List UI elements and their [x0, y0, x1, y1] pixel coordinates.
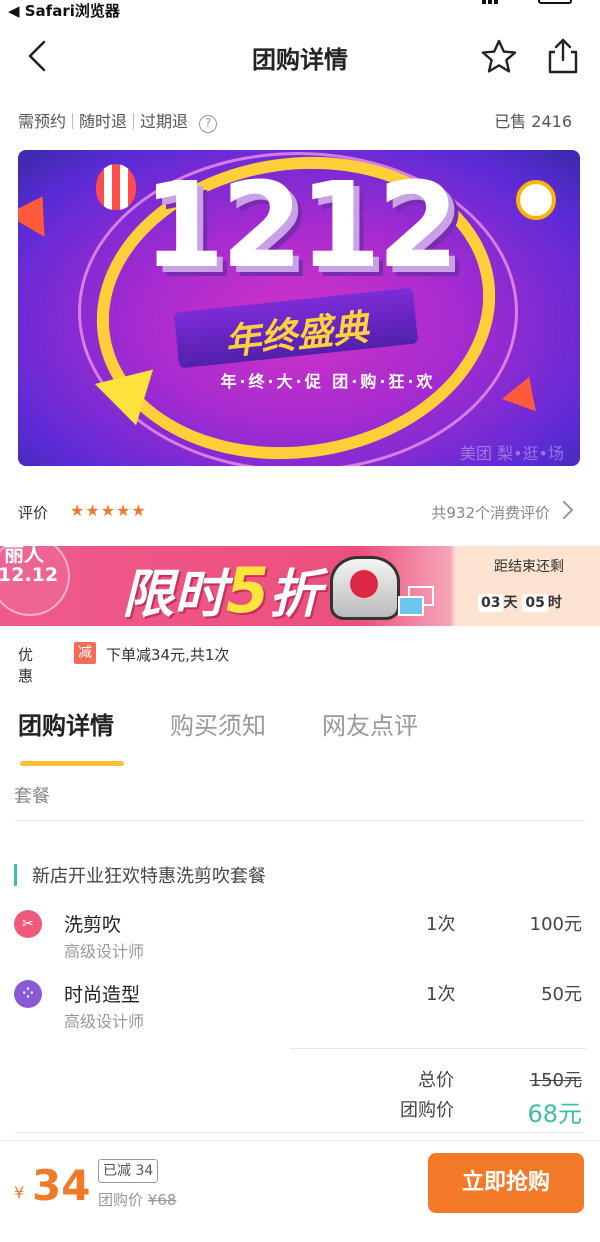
tab-reviews[interactable]: 网友点评: [322, 706, 418, 741]
divider: [14, 820, 586, 821]
favorite-button[interactable]: [480, 38, 518, 76]
rating-label: 评价: [18, 504, 49, 522]
group-price-row: 团购价 68元: [282, 1096, 582, 1128]
content-tabs: 团购详情 购买须知 网友点评: [18, 706, 582, 766]
total-price-row: 总价 150元: [282, 1066, 582, 1094]
triangle-decor: [501, 370, 547, 412]
brand-badge: 丽人 12.12: [0, 546, 70, 616]
countdown-label: 距结束还剩: [494, 559, 564, 575]
review-count[interactable]: 共932个消费评价: [431, 502, 550, 523]
package-item: ✂ 洗剪吹 高级设计师 1次 100元: [14, 910, 586, 970]
active-tab-indicator: [20, 761, 124, 766]
countdown-hours: 05: [522, 594, 548, 612]
discount-text: 下单减34元,共1次: [106, 646, 230, 664]
divider: [290, 1048, 586, 1049]
item-price: 50元: [541, 984, 582, 1005]
help-icon[interactable]: ?: [199, 115, 218, 133]
status-bar: ◀ Safari浏览器: [0, 0, 600, 22]
item-qty: 1次: [426, 984, 456, 1005]
tab-deal-details[interactable]: 团购详情: [18, 706, 114, 741]
promo-banner-image[interactable]: 1212 年终盛典 年·终·大·促 团·购·狂·欢 美团 梨•逛•场: [18, 150, 580, 466]
item-desc: 高级设计师: [64, 1012, 145, 1031]
flash-sale-banner[interactable]: 丽人 12.12 限时5折 距结束还剩 03 天 05 时: [0, 546, 600, 626]
sale-price: 34: [32, 1161, 91, 1210]
item-price: 100元: [529, 914, 582, 935]
countdown-timer: 03 天 05 时: [478, 592, 562, 612]
banner-subtitle: 年·终·大·促 团·购·狂·欢: [220, 372, 436, 391]
tab-purchase-notes[interactable]: 购买须知: [170, 706, 266, 741]
countdown-days: 03: [478, 594, 504, 612]
flash-sale-title: 限时5折: [122, 554, 322, 626]
share-icon: [548, 38, 578, 74]
nav-bar: 团购详情: [0, 22, 600, 92]
totals: 总价 150元 团购价 68元: [14, 1062, 586, 1132]
package-title: 新店开业狂欢特惠洗剪吹套餐: [14, 862, 266, 888]
refund-tags: 需预约 随时退 过期退 ?: [18, 112, 218, 133]
sold-count: 已售 2416: [494, 112, 572, 131]
tag-refund-expired: 过期退: [140, 112, 189, 131]
purchase-footer: ¥ 34 已减 34 团购价 ¥68 立即抢购: [0, 1140, 600, 1242]
section-label: 套餐: [14, 786, 50, 807]
grid-dots-icon: ⁘: [14, 980, 42, 1008]
battery-icon: [538, 0, 572, 4]
rating-row[interactable]: 评价 ★★★★★ 共932个消费评价: [18, 501, 582, 532]
item-name: 时尚造型: [64, 984, 141, 1006]
currency-symbol: ¥: [14, 1183, 25, 1202]
buy-now-button[interactable]: 立即抢购: [428, 1153, 584, 1213]
star-outline-icon: [481, 39, 517, 73]
tag-reservation: 需预约: [18, 112, 67, 131]
package-item: ⁘ 时尚造型 高级设计师 1次 50元: [14, 980, 586, 1040]
signal-icon: [482, 0, 504, 4]
status-icons: [482, 0, 572, 6]
total-label: 总价: [418, 1070, 454, 1091]
group-price-label: 团购价: [400, 1100, 454, 1121]
original-price: 团购价 ¥68: [98, 1191, 177, 1209]
deal-info-row: 需预约 随时退 过期退 ? 已售 2416: [18, 108, 582, 134]
discount-tag: 减: [74, 642, 96, 664]
chevron-right-icon[interactable]: [558, 498, 578, 522]
item-name: 洗剪吹: [64, 914, 122, 936]
item-qty: 1次: [426, 914, 456, 935]
discount-label: 优惠: [18, 646, 34, 685]
item-desc: 高级设计师: [64, 942, 145, 961]
scissors-icon: ✂: [14, 910, 42, 938]
back-to-app-link[interactable]: ◀ Safari浏览器: [8, 0, 120, 21]
divider: [14, 1132, 586, 1133]
reduced-badge: 已减 34: [98, 1159, 159, 1183]
total-value: 150元: [529, 1070, 582, 1091]
banner-headline: 1212: [142, 156, 459, 294]
group-price-value: 68元: [527, 1100, 582, 1128]
banner-watermark: 美团 梨•逛•场: [460, 444, 564, 463]
rating-stars: ★★★★★: [70, 501, 147, 520]
tag-refund-anytime: 随时退: [79, 112, 128, 131]
share-button[interactable]: [544, 36, 582, 76]
